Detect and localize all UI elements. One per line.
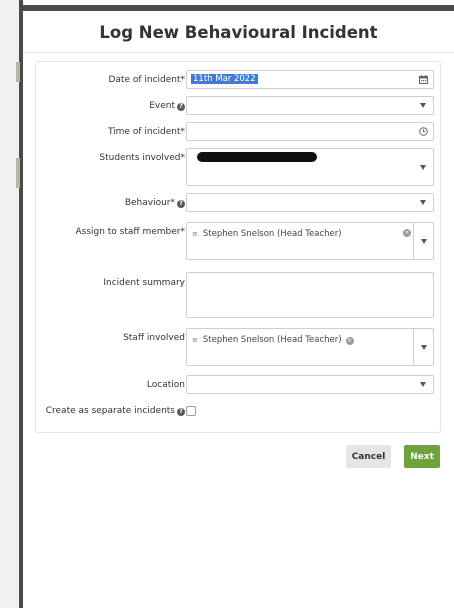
modal-header: Log New Behavioural Incident	[23, 11, 454, 53]
cancel-button[interactable]: Cancel	[346, 445, 391, 468]
modal-title: Log New Behavioural Incident	[99, 23, 378, 42]
drag-handle-icon[interactable]: ≡	[192, 230, 198, 238]
chevron-down-icon[interactable]	[413, 223, 433, 259]
next-button[interactable]: Next	[404, 445, 440, 468]
summary-label: Incident summary	[103, 278, 185, 288]
help-icon[interactable]: ?	[177, 103, 185, 111]
separate-checkbox[interactable]	[186, 406, 196, 416]
staff-involved-row: Staff involved ≡ Stephen Snelson (Head Te…	[36, 328, 440, 366]
chevron-down-icon[interactable]	[413, 376, 433, 393]
date-label: Date of incident*	[108, 75, 185, 85]
event-select[interactable]	[186, 96, 434, 115]
students-label: Students involved*	[99, 153, 185, 163]
staff-involved-label: Staff involved	[123, 333, 185, 343]
date-row: Date of incident* 11th Mar 2022	[36, 70, 440, 90]
redacted-student-names	[197, 152, 317, 162]
summary-textarea[interactable]	[186, 272, 434, 318]
separate-row: Create as separate incidents?	[36, 404, 440, 420]
assign-label: Assign to staff member*	[75, 227, 185, 237]
incident-modal: Log New Behavioural Incident Date of inc…	[23, 11, 454, 608]
staff-tag: ≡ Stephen Snelson (Head Teacher) ×	[192, 335, 354, 345]
help-icon[interactable]: ?	[177, 408, 185, 416]
calendar-icon[interactable]	[413, 71, 433, 88]
location-label: Location	[146, 380, 185, 390]
chevron-down-icon[interactable]	[413, 97, 433, 114]
remove-tag-icon[interactable]: ×	[345, 337, 354, 345]
students-select[interactable]	[186, 148, 434, 186]
chevron-down-icon[interactable]	[413, 149, 433, 185]
time-row: Time of incident*	[36, 122, 440, 142]
time-input[interactable]	[186, 122, 434, 141]
summary-row: Incident summary	[36, 272, 440, 318]
date-value: 11th Mar 2022	[191, 74, 258, 84]
location-row: Location	[36, 375, 440, 395]
help-icon[interactable]: ?	[177, 200, 185, 208]
behaviour-select[interactable]	[186, 193, 434, 212]
assign-select[interactable]: ≡ Stephen Snelson (Head Teacher) ×	[186, 222, 434, 260]
chevron-down-icon[interactable]	[413, 194, 433, 211]
date-input[interactable]: 11th Mar 2022	[186, 70, 434, 89]
time-label: Time of incident*	[107, 127, 185, 137]
staff-tag-label: Stephen Snelson (Head Teacher)	[202, 335, 342, 345]
background-artifact	[16, 62, 20, 82]
behaviour-label: Behaviour*?	[125, 198, 185, 208]
behaviour-row: Behaviour*?	[36, 193, 440, 213]
event-row: Event?	[36, 96, 440, 116]
separate-label: Create as separate incidents?	[46, 406, 185, 416]
students-row: Students involved*	[36, 148, 440, 186]
chevron-down-icon[interactable]	[413, 329, 433, 365]
clock-icon[interactable]	[413, 123, 433, 140]
drag-handle-icon[interactable]: ≡	[192, 336, 198, 344]
incident-form: Date of incident* 11th Mar 2022 Event? T…	[35, 61, 441, 433]
event-label: Event?	[149, 101, 185, 111]
remove-tag-icon[interactable]: ×	[403, 229, 411, 237]
staff-tag: ≡ Stephen Snelson (Head Teacher)	[192, 229, 342, 239]
background-page-strip	[0, 0, 24, 608]
assign-row: Assign to staff member* ≡ Stephen Snelson…	[36, 222, 440, 260]
background-artifact	[16, 158, 20, 188]
location-select[interactable]	[186, 375, 434, 394]
staff-tag-label: Stephen Snelson (Head Teacher)	[202, 229, 342, 239]
staff-involved-select[interactable]: ≡ Stephen Snelson (Head Teacher) ×	[186, 328, 434, 366]
